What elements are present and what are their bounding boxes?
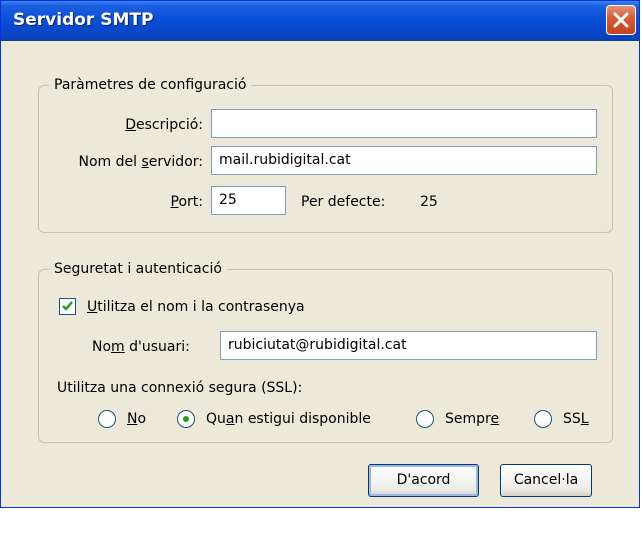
- use-credentials-checkbox[interactable]: [59, 298, 76, 315]
- ssl-label: Utilitza una connexió segura (SSL):: [57, 380, 303, 396]
- default-port-label: Per defecte:: [301, 194, 386, 210]
- description-input[interactable]: [211, 109, 597, 138]
- server-input[interactable]: mail.rubidigital.cat: [211, 146, 597, 175]
- port-input[interactable]: 25: [211, 186, 286, 215]
- ssl-when-available-radio[interactable]: [177, 410, 195, 428]
- smtp-server-dialog: Servidor SMTP Paràmetres de configuració…: [0, 0, 640, 508]
- ssl-no-radio[interactable]: [98, 410, 116, 428]
- title-bar[interactable]: Servidor SMTP: [1, 1, 639, 41]
- ssl-no-label[interactable]: No: [127, 410, 146, 428]
- ssl-ssl-label[interactable]: SSL: [563, 410, 589, 428]
- security-group-legend: Seguretat i autenticació: [49, 260, 227, 278]
- checkmark-icon: [62, 301, 73, 311]
- close-button[interactable]: [606, 5, 636, 35]
- use-credentials-label[interactable]: Utilitza el nom i la contrasenya: [87, 298, 305, 316]
- username-label: Nom d'usuari:: [92, 339, 190, 355]
- description-label: Descripció:: [125, 117, 203, 133]
- username-input[interactable]: rubiciutat@rubidigital.cat: [220, 331, 597, 360]
- ssl-when-available-label[interactable]: Quan estigui disponible: [206, 410, 371, 428]
- ssl-always-radio[interactable]: [416, 410, 434, 428]
- dialog-title: Servidor SMTP: [13, 10, 154, 30]
- server-label: Nom del servidor:: [78, 154, 204, 170]
- default-port-value: 25: [420, 194, 438, 210]
- cancel-button[interactable]: Cancel·la: [500, 464, 592, 497]
- close-icon: [613, 12, 629, 28]
- ssl-always-label[interactable]: Sempre: [445, 410, 499, 428]
- ok-button[interactable]: D'acord: [368, 464, 479, 497]
- port-label: Port:: [170, 194, 203, 210]
- ssl-ssl-radio[interactable]: [534, 410, 552, 428]
- config-group-legend: Paràmetres de configuració: [49, 76, 252, 94]
- radio-selected-dot: [183, 416, 189, 422]
